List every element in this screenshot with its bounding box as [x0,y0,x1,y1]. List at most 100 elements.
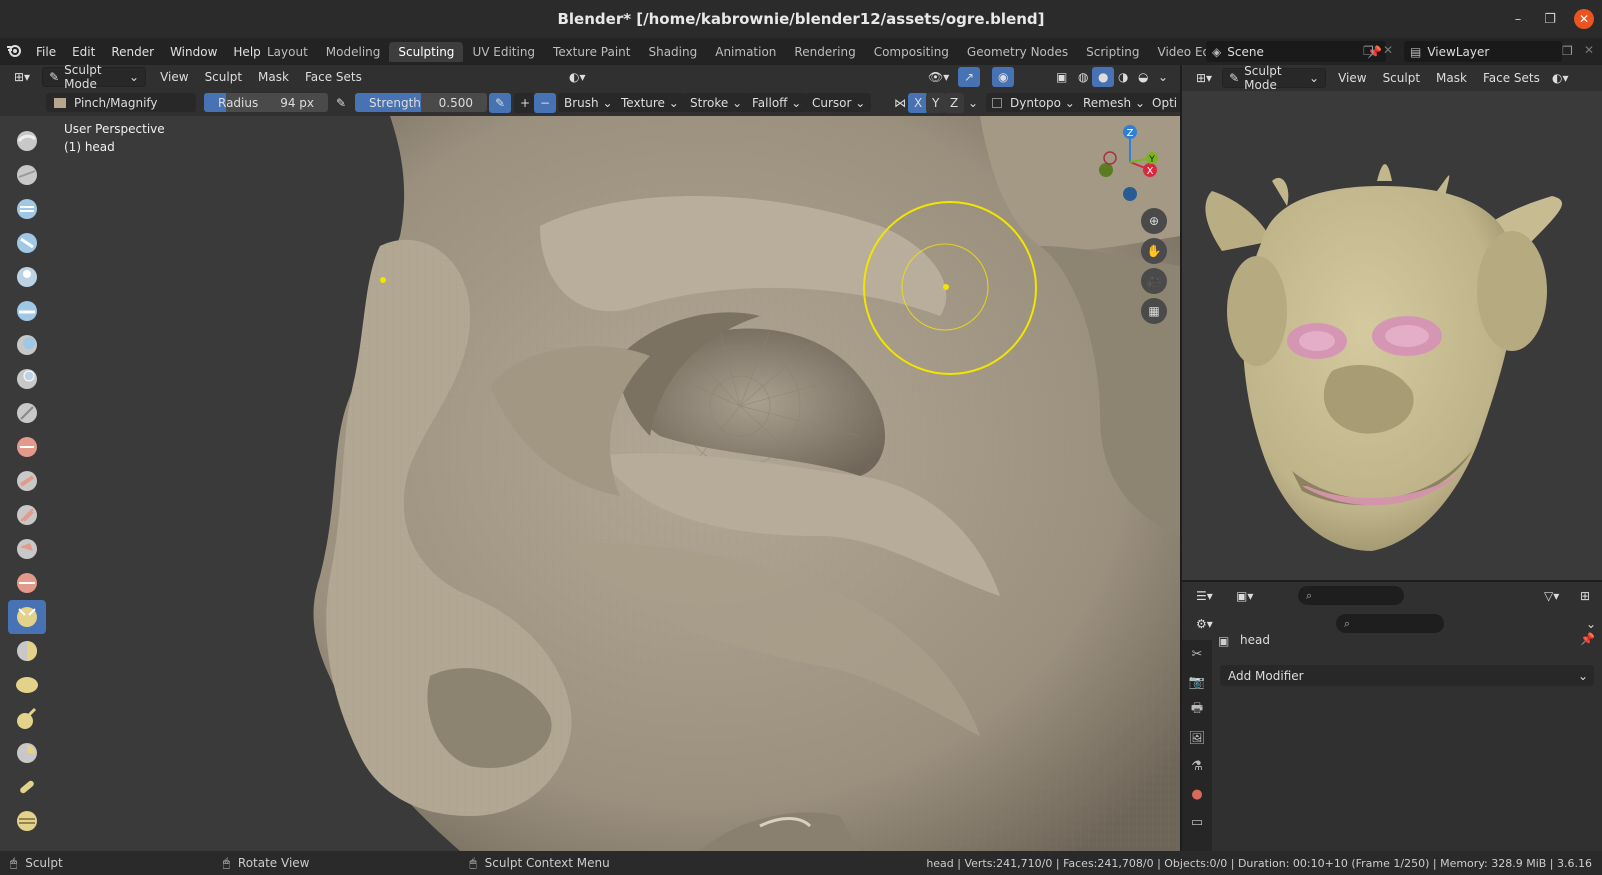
navigation-gizmo[interactable]: Z X Y [1090,122,1170,212]
tab-uv-editing[interactable]: UV Editing [463,42,544,62]
properties-search-input[interactable]: ⌕ [1336,614,1444,633]
menu-view[interactable]: View [152,70,196,84]
secondary-menu-face-sets[interactable]: Face Sets [1475,71,1548,85]
fill-brush-icon[interactable] [8,498,46,532]
nudge-brush-icon[interactable] [8,804,46,838]
delete-view-layer-icon[interactable]: ✕ [1584,43,1594,57]
editor-type-icon[interactable]: ⊞▾ [8,67,36,87]
tab-rendering[interactable]: Rendering [785,42,864,62]
pan-hand-icon[interactable]: ✋ [1141,238,1167,264]
new-scene-icon[interactable]: ❐ [1363,44,1374,58]
close-icon[interactable]: ✕ [1574,9,1594,29]
xray-toggle-icon[interactable]: ▣ [1050,67,1073,87]
multiplane-scrape-brush-icon[interactable] [8,566,46,600]
new-collection-icon[interactable]: ⊞ [1574,586,1596,606]
draw-sharp-brush-icon[interactable] [8,158,46,192]
render-tab-icon[interactable]: 📷 [1182,668,1212,696]
brush-dropdown[interactable]: Brush ⌄ [558,93,619,112]
draw-brush-icon[interactable] [8,124,46,158]
flatten-brush-icon[interactable] [8,464,46,498]
inflate-brush-icon[interactable] [8,328,46,362]
dyntopo-dropdown[interactable]: Dyntopo ⌄ [986,93,1081,112]
pinch-brush-icon[interactable] [8,600,46,634]
tab-sculpting[interactable]: Sculpting [389,41,464,62]
secondary-viewport[interactable]: ⊞▾ ✎ Sculpt Mode ⌄ View Sculpt Mask Face… [1182,65,1602,580]
layer-brush-icon[interactable] [8,294,46,328]
scene-selector[interactable]: ◈ Scene 📌 [1206,41,1386,62]
secondary-pivot-icon[interactable]: ◐▾ [1546,68,1575,88]
clay-thumb-brush-icon[interactable] [8,260,46,294]
clay-strips-brush-icon[interactable] [8,226,46,260]
output-tab-icon[interactable]: 🖶 [1182,696,1212,724]
add-modifier-dropdown[interactable]: Add Modifier ⌄ [1220,665,1594,686]
secondary-menu-view[interactable]: View [1330,71,1374,85]
display-mode-icon[interactable]: ▣▾ [1230,586,1259,606]
pose-brush-icon[interactable] [8,770,46,804]
tab-layout[interactable]: Layout [258,42,317,62]
minimize-icon[interactable]: – [1508,9,1528,29]
secondary-menu-sculpt[interactable]: Sculpt [1375,71,1428,85]
tab-modeling[interactable]: Modeling [317,42,390,62]
tab-scripting[interactable]: Scripting [1077,42,1148,62]
outliner-search-input[interactable]: ⌕ [1298,586,1404,605]
properties-options-icon[interactable]: ⌄ [1580,614,1602,634]
gizmo-toggle-icon[interactable]: ↗ [958,67,981,87]
smooth-brush-icon[interactable] [8,430,46,464]
menu-render[interactable]: Render [103,45,162,59]
scrape-brush-icon[interactable] [8,532,46,566]
3d-viewport[interactable]: User Perspective (1) head Z X Y ⊕ ✋ 🎥 ▦ [0,116,1180,851]
tab-geometry-nodes[interactable]: Geometry Nodes [958,42,1077,62]
zoom-icon[interactable]: ⊕ [1141,208,1167,234]
world-tab-icon[interactable]: ● [1182,780,1212,808]
properties-editor-type-icon[interactable]: ⚙▾ [1190,614,1219,634]
subtract-direction-button[interactable]: − [534,93,557,113]
visibility-icon[interactable]: 👁▾ [922,67,955,87]
cursor-dropdown[interactable]: Cursor ⌄ [806,93,872,112]
ortho-grid-icon[interactable]: ▦ [1141,298,1167,324]
maximize-icon[interactable]: ❐ [1540,9,1560,29]
menu-edit[interactable]: Edit [64,45,103,59]
symmetry-dropdown-icon[interactable]: ⌄ [962,93,984,113]
crease-brush-icon[interactable] [8,396,46,430]
collection-tab-icon[interactable]: ▭ [1182,808,1212,836]
properties-pin-icon[interactable]: 📌 [1580,632,1595,646]
radius-pressure-icon[interactable]: ✎ [330,93,352,113]
shading-options-icon[interactable]: ⌄ [1152,67,1174,87]
delete-scene-icon[interactable]: ✕ [1383,43,1393,57]
options-dropdown[interactable]: Opti [1146,93,1180,112]
thumb-brush-icon[interactable] [8,736,46,770]
elastic-deform-brush-icon[interactable] [8,668,46,702]
texture-dropdown[interactable]: Texture ⌄ [615,93,685,112]
secondary-editor-type-icon[interactable]: ⊞▾ [1190,68,1218,88]
mode-selector[interactable]: ✎ Sculpt Mode ⌄ [42,63,147,91]
blob-brush-icon[interactable] [8,362,46,396]
falloff-dropdown[interactable]: Falloff ⌄ [746,93,808,112]
stroke-dropdown[interactable]: Stroke ⌄ [684,93,749,112]
transform-pivot-icon[interactable]: ◐▾ [563,67,592,87]
clay-brush-icon[interactable] [8,192,46,226]
strength-pressure-icon[interactable]: ✎ [489,93,512,113]
menu-file[interactable]: File [28,45,64,59]
filter-icon[interactable]: ▽▾ [1538,586,1565,606]
secondary-menu-mask[interactable]: Mask [1428,71,1475,85]
remesh-dropdown[interactable]: Remesh ⌄ [1077,93,1151,112]
brush-selector[interactable]: Pinch/Magnify [46,93,196,112]
tab-compositing[interactable]: Compositing [865,42,958,62]
radius-slider[interactable]: Radius 94 px [204,93,328,112]
menu-mask[interactable]: Mask [250,70,297,84]
blender-logo-icon[interactable] [0,43,28,61]
strength-slider[interactable]: Strength 0.500 [355,93,487,112]
menu-window[interactable]: Window [162,45,225,59]
view-layer-selector[interactable]: ▤ ViewLayer [1404,41,1562,62]
tab-animation[interactable]: Animation [706,42,785,62]
outliner-editor-type-icon[interactable]: ☰▾ [1190,586,1219,606]
dyntopo-checkbox[interactable] [992,97,1002,108]
menu-sculpt[interactable]: Sculpt [197,70,250,84]
camera-view-icon[interactable]: 🎥 [1141,268,1167,294]
tab-texture-paint[interactable]: Texture Paint [544,42,639,62]
view-layer-tab-icon[interactable]: 🖼 [1182,724,1212,752]
tab-shading[interactable]: Shading [639,42,706,62]
symmetry-y-toggle[interactable]: Y [926,93,946,113]
add-direction-button[interactable]: + [514,93,537,113]
snake-hook-brush-icon[interactable] [8,702,46,736]
